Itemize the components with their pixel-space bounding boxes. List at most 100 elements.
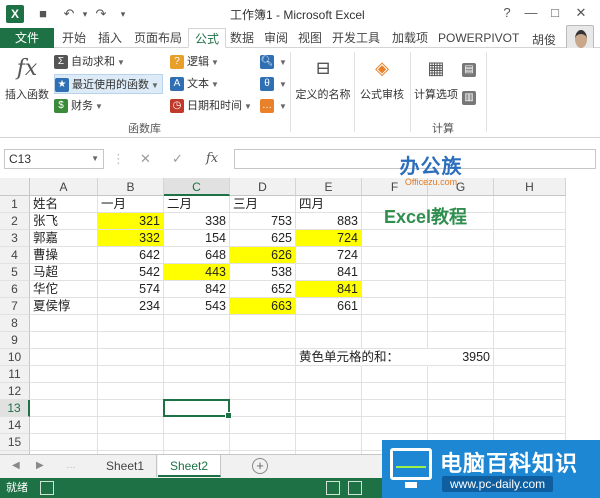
cell-h9[interactable] <box>494 332 566 349</box>
text-button[interactable]: A 文本 ▼ <box>170 74 219 94</box>
cell-d12[interactable] <box>230 383 296 400</box>
cell-e9[interactable] <box>296 332 362 349</box>
cell-a10[interactable] <box>30 349 98 366</box>
column-header-d[interactable]: D <box>230 178 296 196</box>
cell-b9[interactable] <box>98 332 164 349</box>
cell-c6[interactable]: 842 <box>164 281 230 298</box>
tab-data[interactable]: 数据 <box>224 28 260 48</box>
cell-e12[interactable] <box>296 383 362 400</box>
cell-c15[interactable] <box>164 434 230 451</box>
cell-f11[interactable] <box>362 366 428 383</box>
cell-h8[interactable] <box>494 315 566 332</box>
tab-page-layout[interactable]: 页面布局 <box>128 28 188 48</box>
cancel-entry-icon[interactable]: ✕ <box>140 151 151 167</box>
cell-b4[interactable]: 642 <box>98 247 164 264</box>
cell-c14[interactable] <box>164 417 230 434</box>
cell-h13[interactable] <box>494 400 566 417</box>
logical-button[interactable]: ? 逻辑 ▼ <box>170 52 219 72</box>
cell-c12[interactable] <box>164 383 230 400</box>
tab-home[interactable]: 开始 <box>56 28 92 48</box>
cell-f13[interactable] <box>362 400 428 417</box>
row-header-9[interactable]: 9 <box>0 332 30 349</box>
cell-a6[interactable]: 华佗 <box>30 281 98 298</box>
excel-logo-icon[interactable]: X <box>6 5 24 23</box>
cell-f6[interactable] <box>362 281 428 298</box>
cell-c2[interactable]: 338 <box>164 213 230 230</box>
cell-d3[interactable]: 625 <box>230 230 296 247</box>
cell-e14[interactable] <box>296 417 362 434</box>
cell-f9[interactable] <box>362 332 428 349</box>
cell-f12[interactable] <box>362 383 428 400</box>
cell-c1[interactable]: 二月 <box>164 196 230 213</box>
active-cell-selection[interactable] <box>163 399 232 419</box>
cell-b13[interactable] <box>98 400 164 417</box>
row-header-10[interactable]: 10 <box>0 349 30 366</box>
cell-a13[interactable] <box>30 400 98 417</box>
column-header-a[interactable]: A <box>30 178 98 196</box>
row-header-1[interactable]: 1 <box>0 196 30 213</box>
save-icon[interactable]: ■ <box>34 5 52 23</box>
cell-e1[interactable]: 四月 <box>296 196 362 213</box>
cell-f7[interactable] <box>362 298 428 315</box>
cell-c8[interactable] <box>164 315 230 332</box>
cell-e4[interactable]: 724 <box>296 247 362 264</box>
cell-d4[interactable]: 626 <box>230 247 296 264</box>
row-header-8[interactable]: 8 <box>0 315 30 332</box>
select-all-button[interactable] <box>0 178 30 196</box>
cell-d2[interactable]: 753 <box>230 213 296 230</box>
scroll-left-icon[interactable]: ◀ <box>12 460 20 471</box>
calculate-now-button[interactable]: ▤ <box>462 60 479 80</box>
cell-a7[interactable]: 夏侯惇 <box>30 298 98 315</box>
scroll-right-icon[interactable]: ▶ <box>36 460 44 471</box>
tab-review[interactable]: 审阅 <box>258 28 294 48</box>
lookup-reference-button[interactable]: 🔍︎ ▼ <box>260 52 287 72</box>
cell-g8[interactable] <box>428 315 494 332</box>
cell-g11[interactable] <box>428 366 494 383</box>
sheet-tab-sheet1[interactable]: Sheet1 <box>94 455 158 477</box>
cell-g12[interactable] <box>428 383 494 400</box>
cell-g10[interactable]: 3950 <box>428 349 494 366</box>
cell-g3[interactable] <box>428 230 494 247</box>
cell-d15[interactable] <box>230 434 296 451</box>
cell-f14[interactable] <box>362 417 428 434</box>
column-header-e[interactable]: E <box>296 178 362 196</box>
cell-e7[interactable]: 661 <box>296 298 362 315</box>
cell-a3[interactable]: 郭嘉 <box>30 230 98 247</box>
cell-h7[interactable] <box>494 298 566 315</box>
cell-d6[interactable]: 652 <box>230 281 296 298</box>
cell-h1[interactable] <box>494 196 566 213</box>
cell-c4[interactable]: 648 <box>164 247 230 264</box>
more-sheets-icon[interactable]: … <box>66 460 76 471</box>
cell-b10[interactable] <box>98 349 164 366</box>
cell-b1[interactable]: 一月 <box>98 196 164 213</box>
user-name[interactable]: 胡俊 <box>532 31 556 48</box>
cell-b8[interactable] <box>98 315 164 332</box>
cell-d8[interactable] <box>230 315 296 332</box>
cell-a15[interactable] <box>30 434 98 451</box>
insert-function-button[interactable]: fx 插入函数 <box>4 54 50 102</box>
more-functions-button[interactable]: … ▼ <box>260 96 287 116</box>
tab-developer[interactable]: 开发工具 <box>326 28 386 48</box>
sheet-tab-sheet2[interactable]: Sheet2 <box>158 455 222 477</box>
cell-b12[interactable] <box>98 383 164 400</box>
row-header-7[interactable]: 7 <box>0 298 30 315</box>
cell-b3[interactable]: 332 <box>98 230 164 247</box>
cell-c5[interactable]: 443 <box>164 264 230 281</box>
macro-record-icon[interactable] <box>40 481 54 495</box>
cell-a5[interactable]: 马超 <box>30 264 98 281</box>
math-trig-button[interactable]: θ ▼ <box>260 74 287 94</box>
cell-b6[interactable]: 574 <box>98 281 164 298</box>
cell-f8[interactable] <box>362 315 428 332</box>
cell-a14[interactable] <box>30 417 98 434</box>
cell-d13[interactable] <box>230 400 296 417</box>
cell-c10[interactable] <box>164 349 230 366</box>
cell-c7[interactable]: 543 <box>164 298 230 315</box>
cell-e10[interactable]: 黄色单元格的和： <box>296 349 399 366</box>
tab-view[interactable]: 视图 <box>292 28 328 48</box>
name-box[interactable]: C13 ▼ <box>4 149 104 169</box>
cell-g13[interactable] <box>428 400 494 417</box>
tab-add-ins[interactable]: 加载项 <box>386 28 434 48</box>
drag-handle-icon[interactable]: ⋮ <box>112 151 125 167</box>
calculate-sheet-button[interactable]: ▥ <box>462 88 479 108</box>
cell-h6[interactable] <box>494 281 566 298</box>
